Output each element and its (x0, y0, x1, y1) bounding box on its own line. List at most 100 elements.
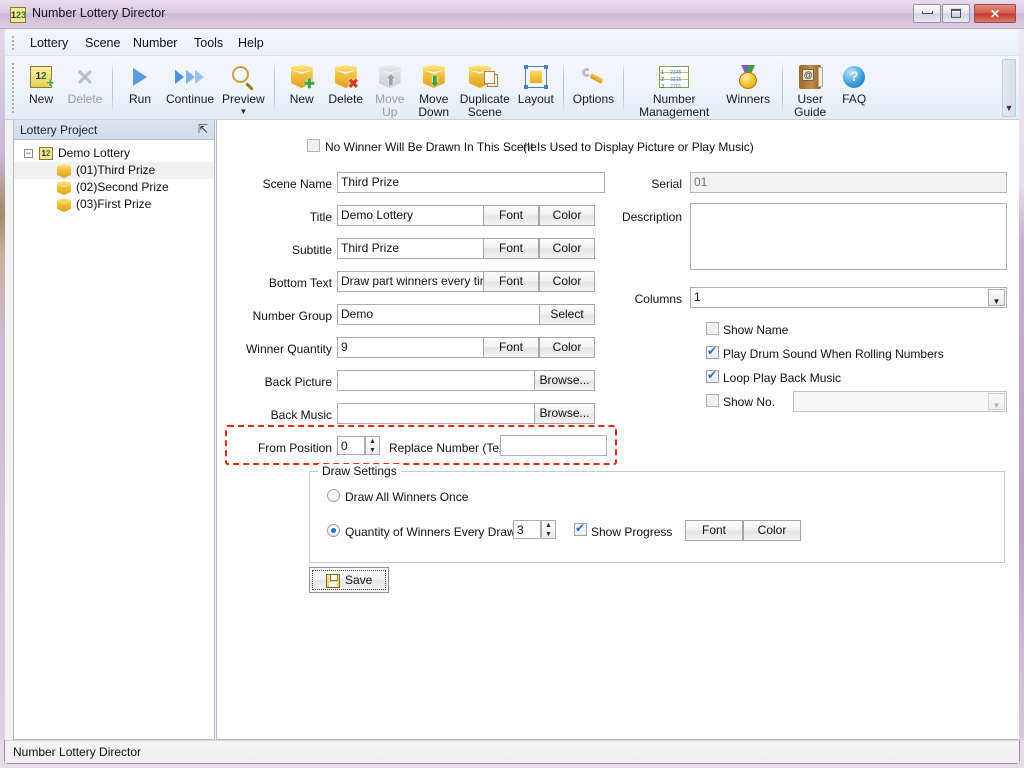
subtitle-input[interactable]: Third Prize (337, 238, 502, 259)
replace-number-input[interactable] (500, 435, 607, 456)
show-progress-checkbox[interactable] (574, 523, 587, 536)
menu-item-tools[interactable]: Tools (187, 34, 230, 53)
bottom-text-color-button[interactable]: Color (539, 271, 595, 292)
toolbar-separator (563, 62, 564, 112)
show-no-checkbox[interactable] (706, 394, 719, 407)
chevron-down-icon[interactable]: ▼ (988, 289, 1005, 306)
loop-music-checkbox[interactable] (706, 370, 719, 383)
project-tree[interactable]: − 12 Demo Lottery (01)Third Prize (02)Se… (14, 141, 214, 739)
toolbar-continue-button[interactable]: Continue (162, 58, 218, 106)
save-button[interactable]: Save (309, 567, 389, 593)
quantity-every-draw-input[interactable]: 3 (513, 520, 541, 539)
faq-help-icon: ? (836, 62, 872, 92)
lottery-doc-icon: 12 (39, 147, 53, 160)
toolbar-delete-scene-button[interactable]: ✖ Delete (324, 58, 368, 106)
show-name-checkbox[interactable] (706, 322, 719, 335)
toolbar-winners-button[interactable]: Winners (719, 58, 777, 106)
toolbar-run-button[interactable]: Run (118, 58, 162, 106)
scene-name-input[interactable]: Third Prize (337, 172, 605, 193)
stepper-up-icon[interactable] (542, 521, 555, 530)
menu-item-number[interactable]: Number (126, 34, 184, 53)
back-picture-browse-button[interactable]: Browse... (534, 370, 595, 391)
draw-settings-font-button[interactable]: Font (685, 520, 743, 541)
from-position-stepper[interactable] (365, 436, 380, 455)
subtitle-color-button[interactable]: Color (539, 238, 595, 259)
toolbar-options-button[interactable]: Options (569, 58, 618, 106)
winner-quantity-input[interactable]: 9 (337, 337, 502, 358)
toolbar-label: Options (573, 93, 614, 106)
title-input[interactable]: Demo Lottery (337, 205, 502, 226)
tree-item-first-prize[interactable]: (03)First Prize (14, 196, 214, 213)
no-winner-hint: (It Is Used to Display Picture or Play M… (523, 140, 754, 154)
draw-all-winners-radio[interactable] (327, 489, 340, 502)
chevron-down-icon[interactable]: ▼ (218, 105, 269, 118)
play-drum-checkbox[interactable] (706, 346, 719, 359)
toolbar-duplicate-scene-button[interactable]: Duplicate Scene (456, 58, 514, 119)
toolbar-number-management-button[interactable]: 12345 23215 32701 Number Management (629, 58, 719, 119)
maximize-button[interactable] (942, 4, 970, 23)
draw-settings-color-button[interactable]: Color (743, 520, 801, 541)
tree-item-second-prize[interactable]: (02)Second Prize (14, 179, 214, 196)
quantity-every-draw-stepper[interactable] (541, 520, 556, 539)
new-scene-cube-icon: ✚ (284, 62, 320, 92)
toolbar-layout-button[interactable]: Layout (514, 58, 558, 106)
toolbar-new-scene-button[interactable]: ✚ New (280, 58, 324, 106)
bottom-text-font-button[interactable]: Font (483, 271, 539, 292)
toolbar-overflow-button[interactable]: ▼ (1002, 59, 1016, 117)
toolbar-new-lottery-button[interactable]: 12+ New (19, 58, 63, 106)
show-name-label: Show Name (723, 323, 788, 337)
toolbar-label: Winners (723, 93, 773, 106)
minimize-button[interactable] (913, 4, 941, 23)
no-winner-checkbox[interactable] (307, 139, 320, 152)
status-text: Number Lottery Director (13, 745, 141, 759)
number-group-select-button[interactable]: Select (539, 304, 595, 325)
tree-expander-icon[interactable]: − (24, 149, 33, 158)
resize-grip[interactable] (1004, 749, 1016, 761)
scene-cube-icon (57, 198, 71, 212)
pin-icon[interactable]: ⇱ (198, 122, 208, 136)
subtitle-font-button[interactable]: Font (483, 238, 539, 259)
no-winner-label: No Winner Will Be Drawn In This Scene (325, 140, 537, 154)
continue-icon (166, 62, 214, 92)
menu-label: Scene (85, 36, 120, 50)
toolbar-move-down-button[interactable]: ⬇ Move Down (412, 58, 456, 119)
columns-select[interactable]: 1 ▼ (690, 287, 1007, 308)
toolbar-label: FAQ (836, 93, 872, 106)
toolbar-separator (274, 62, 275, 112)
winner-quantity-font-button[interactable]: Font (483, 337, 539, 358)
toolbar-label: Run (122, 93, 158, 106)
title-font-button[interactable]: Font (483, 205, 539, 226)
preview-magnifier-icon (222, 62, 265, 92)
toolbar-drag-grip[interactable] (11, 62, 15, 114)
stepper-down-icon[interactable] (542, 530, 555, 539)
toolbar-user-guide-button[interactable]: @ User Guide (788, 58, 832, 119)
run-icon (122, 62, 158, 92)
number-group-input[interactable]: Demo (337, 304, 559, 325)
play-drum-label: Play Drum Sound When Rolling Numbers (723, 347, 944, 361)
stepper-up-icon[interactable] (366, 437, 379, 446)
quantity-every-draw-radio[interactable] (327, 524, 340, 537)
menu-item-scene[interactable]: Scene (78, 34, 127, 53)
close-button[interactable]: ✕ (974, 4, 1016, 23)
toolbar-faq-button[interactable]: ? FAQ (832, 58, 876, 106)
menu-drag-grip[interactable] (11, 35, 15, 51)
from-position-input[interactable]: 0 (337, 436, 365, 455)
stepper-down-icon[interactable] (366, 446, 379, 455)
back-picture-input[interactable] (337, 370, 559, 391)
tree-item-demo-lottery[interactable]: − 12 Demo Lottery (14, 145, 214, 162)
winner-quantity-color-button[interactable]: Color (539, 337, 595, 358)
tree-item-label: (01)Third Prize (76, 162, 155, 179)
bottom-text-input[interactable]: Draw part winners every time (337, 271, 502, 292)
tree-item-label: Demo Lottery (58, 145, 130, 162)
description-textarea[interactable] (690, 203, 1007, 270)
bottom-text-label: Bottom Text (217, 276, 332, 290)
number-management-grid-icon: 12345 23215 32701 (633, 62, 715, 92)
menu-item-help[interactable]: Help (231, 34, 271, 53)
menu-item-lottery[interactable]: Lottery (23, 34, 75, 53)
back-music-input[interactable] (337, 403, 559, 424)
back-music-browse-button[interactable]: Browse... (534, 403, 595, 424)
tree-item-third-prize[interactable]: (01)Third Prize (14, 162, 214, 179)
title-color-button[interactable]: Color (539, 205, 595, 226)
serial-label: Serial (597, 177, 682, 191)
toolbar-preview-button[interactable]: Preview ▼ (218, 58, 269, 106)
